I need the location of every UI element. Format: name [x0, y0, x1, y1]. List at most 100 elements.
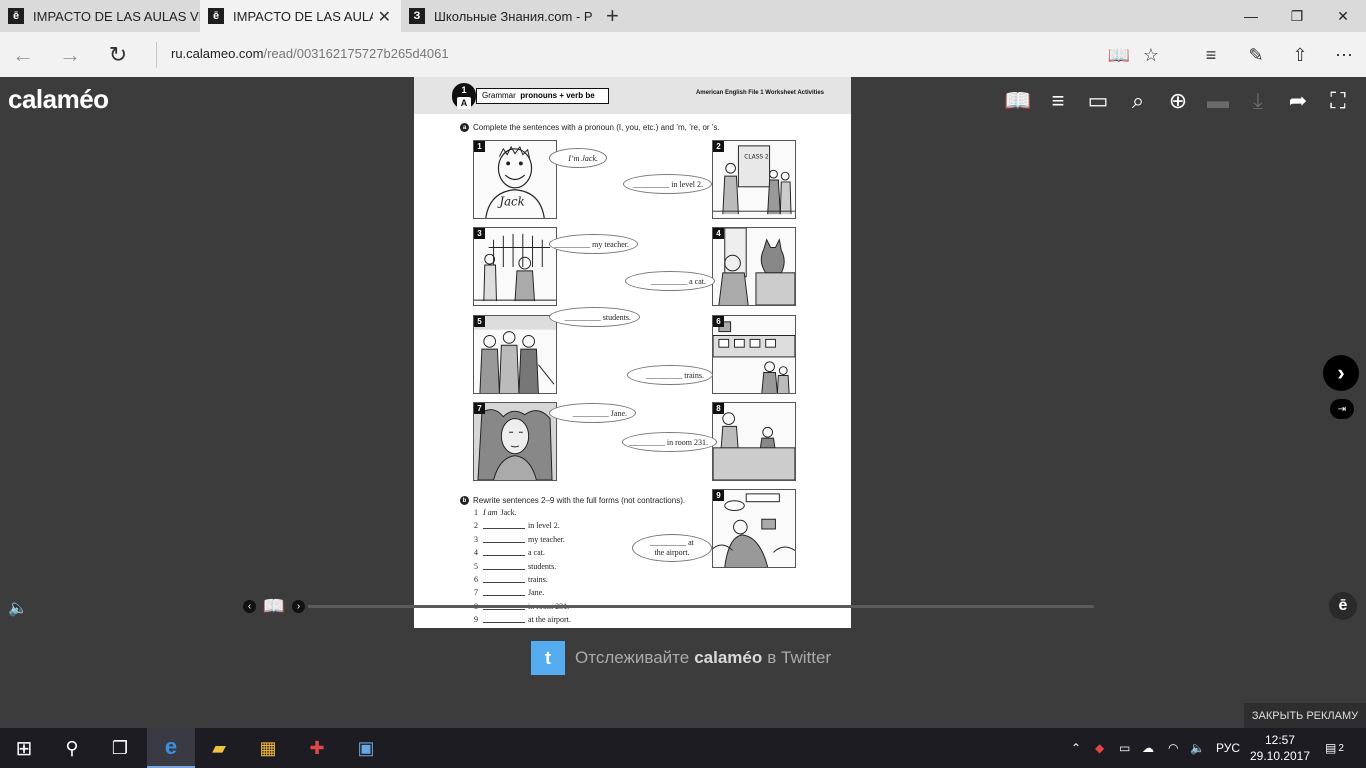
calameo-logo[interactable]: calaméo	[8, 84, 109, 115]
start-button[interactable]: ⊞	[0, 728, 48, 768]
answer-example: I am	[483, 508, 498, 517]
gift-app-icon[interactable]: ✚	[293, 728, 341, 768]
back-button[interactable]: ←	[9, 41, 37, 69]
calameo-favicon-icon: ē	[208, 8, 224, 24]
page-slider-track[interactable]	[308, 605, 1094, 608]
picture-number: 9	[713, 490, 724, 501]
picture-3: 3	[473, 227, 557, 306]
search-document-icon[interactable]: ⌕	[1123, 86, 1153, 116]
clock[interactable]: 12:57 29.10.2017	[1247, 732, 1313, 764]
tab-impacto-2-active[interactable]: ē IMPACTO DE LAS AULA ✕	[200, 0, 401, 32]
refresh-button[interactable]: ↻	[104, 41, 132, 69]
picture-number: 3	[474, 228, 485, 239]
forward-button[interactable]: →	[56, 41, 84, 69]
share-icon[interactable]: ⇧	[1286, 41, 1314, 69]
answer-row: 7 Jane.	[474, 588, 571, 601]
answer-text: Jane.	[528, 588, 545, 598]
hub-icon[interactable]: ≡	[1197, 41, 1225, 69]
school-gate-illustration	[474, 233, 556, 302]
restore-button[interactable]: ❐	[1274, 0, 1320, 32]
answer-text: my teacher.	[528, 534, 565, 544]
picture-8: 8	[712, 402, 796, 481]
answer-text: in room 231.	[528, 602, 569, 615]
folder-icon[interactable]: ▭	[1083, 86, 1113, 116]
calameo-favicon-icon: ē	[8, 8, 24, 24]
download-icon[interactable]: ⤓	[1243, 86, 1273, 116]
edge-icon[interactable]: e	[147, 728, 195, 768]
language-indicator[interactable]: РУС	[1216, 728, 1240, 768]
page-slider-handle[interactable]: ‹ 📖 ›	[243, 595, 305, 617]
notifications-glyph: ▤	[1325, 741, 1337, 755]
calameo-badge-icon[interactable]: ē	[1329, 592, 1357, 620]
screen-app-icon[interactable]: ▣	[342, 728, 390, 768]
answer-text: at the airport.	[528, 615, 571, 625]
zoom-in-icon[interactable]: ⊕	[1163, 86, 1193, 116]
bubble-9-text: _________ at the airport.	[650, 538, 694, 558]
file-explorer-icon[interactable]: ▰	[195, 728, 243, 768]
answer-blank	[483, 575, 525, 583]
exercise-b-marker: b	[460, 496, 469, 505]
book-view-icon[interactable]: 📖	[1003, 86, 1033, 116]
wifi-icon[interactable]: ◠	[1168, 728, 1178, 768]
web-note-icon[interactable]: ✎	[1242, 41, 1270, 69]
book-thumb-icon: 📖	[262, 595, 286, 616]
picture-9: 9	[712, 489, 796, 568]
answer-text: trains.	[528, 574, 548, 584]
close-ad-button[interactable]: ЗАКРЫТЬ РЕКЛАМУ	[1244, 703, 1366, 728]
picture-number: 4	[713, 228, 724, 239]
url-field[interactable]: ru.calameo.com/read/003162175727b265d406…	[171, 46, 449, 61]
tab-strip: ē IMPACTO DE LAS AULAS VII ē IMPACTO DE …	[0, 0, 1366, 32]
answer-number: 6	[474, 574, 478, 584]
clock-date: 29.10.2017	[1249, 749, 1311, 763]
picture-2: 2 CLASS 2	[712, 140, 796, 219]
picture-4: 4	[712, 227, 796, 306]
battery-icon[interactable]: ▭	[1119, 728, 1130, 768]
tab-znania[interactable]: З Школьные Знания.com - Р	[401, 0, 597, 32]
notifications-icon[interactable]: ▤ 2	[1325, 728, 1344, 768]
answer-number: 4	[474, 548, 478, 558]
reading-view-icon[interactable]: 📖	[1105, 41, 1133, 69]
lesson-number: 1	[461, 85, 467, 95]
page-list-icon[interactable]: ≡	[1043, 86, 1073, 116]
document-page[interactable]: 1 A Grammar pronouns + verb be American …	[414, 77, 851, 628]
close-tab-icon[interactable]: ✕	[378, 7, 391, 27]
print-icon[interactable]: ▬	[1203, 86, 1233, 116]
picture-6: 6	[712, 315, 796, 394]
next-spread-icon[interactable]: ›	[291, 599, 305, 613]
close-window-button[interactable]: ✕	[1320, 0, 1366, 32]
tab-impacto-1[interactable]: ē IMPACTO DE LAS AULAS VII	[0, 0, 200, 32]
exercise-a-text: Complete the sentences with a pronoun (I…	[473, 123, 720, 132]
answer-blank	[483, 535, 525, 543]
share-document-icon[interactable]: ➦	[1283, 86, 1313, 116]
previous-spread-icon[interactable]: ‹	[243, 599, 256, 613]
antivirus-icon[interactable]: ◆	[1095, 728, 1104, 768]
url-domain: ru.calameo.com	[171, 46, 264, 61]
znania-favicon-icon: З	[409, 8, 425, 24]
onedrive-icon[interactable]: ☁	[1142, 728, 1154, 768]
bubble-9-line2: the airport.	[654, 548, 690, 557]
fullscreen-icon[interactable]: ⛶	[1323, 86, 1353, 116]
twitter-follow-banner[interactable]: t Отслеживайте calaméo в Twitter	[531, 641, 831, 675]
sound-icon[interactable]: 🔈	[8, 597, 34, 619]
store-icon[interactable]: ▦	[244, 728, 292, 768]
jane-illustration	[474, 403, 556, 480]
minimize-button[interactable]: —	[1228, 0, 1274, 32]
last-page-button[interactable]: ⇥	[1330, 399, 1354, 419]
volume-icon[interactable]: 🔈	[1190, 728, 1205, 768]
more-icon[interactable]: ⋯	[1330, 41, 1358, 69]
search-button[interactable]: ⚲	[48, 728, 96, 768]
next-page-button[interactable]: ›	[1323, 355, 1359, 391]
exercise-a-instruction: a Complete the sentences with a pronoun …	[460, 123, 720, 132]
tray-chevron-icon[interactable]: ⌃	[1071, 728, 1081, 768]
answer-row: 9 at the airport.	[474, 615, 571, 628]
new-tab-button[interactable]: +	[606, 3, 619, 29]
task-view-button[interactable]: ❐	[96, 728, 144, 768]
favorites-star-icon[interactable]: ☆	[1137, 41, 1165, 69]
bubble-5: _________ students.	[549, 307, 640, 327]
bubble-8: _________ in room 231.	[622, 432, 717, 452]
picture-5: 5	[473, 315, 557, 394]
bubble-9-line1: _________ at	[650, 538, 694, 547]
door-sign-text: CLASS 2	[744, 155, 769, 161]
exercise-b-text: Rewrite sentences 2–9 with the full form…	[473, 496, 686, 505]
reception-desk-illustration	[713, 412, 795, 480]
